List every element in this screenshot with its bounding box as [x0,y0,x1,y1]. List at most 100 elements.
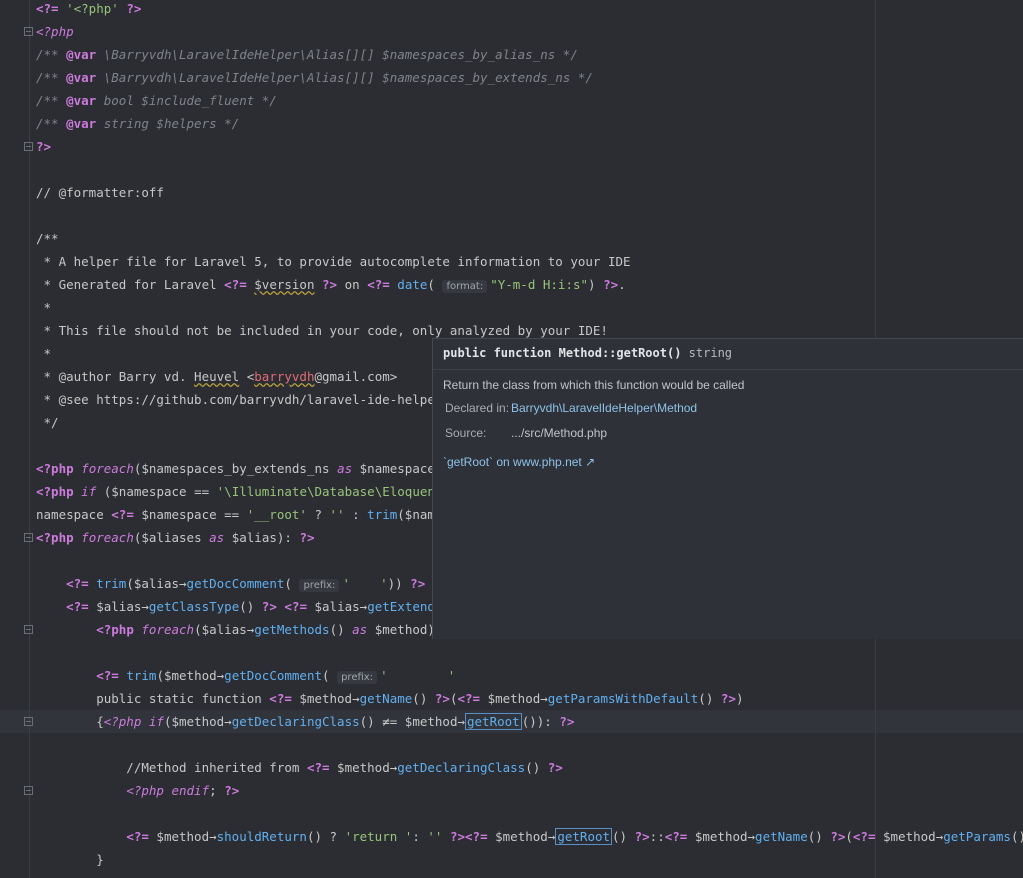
code-token: $method→ [687,829,756,844]
code-line[interactable]: */ [36,411,59,434]
code-line[interactable]: /** @var \Barryvdh\LaravelIdeHelper\Alia… [36,43,578,66]
code-line[interactable]: * Generated for Laravel <?= $version ?> … [36,273,626,296]
code-line[interactable]: // @formatter:off [36,181,164,204]
code-token: <?php [36,484,74,499]
fold-marker-icon[interactable] [24,717,33,726]
code-token: <?php [96,622,134,637]
code-token: () [807,829,831,844]
declared-in-link[interactable]: Barryvdh\LaravelIdeHelper\Method [511,401,697,415]
code-line[interactable]: public static function <?= $method→getNa… [36,687,743,710]
code-token: @var [66,47,97,62]
code-token: <?php [103,714,142,729]
code-token: <?= [457,691,481,706]
code-token: getMethods [254,622,330,637]
code-token: @var [66,70,97,85]
code-line[interactable]: <?php [36,20,74,43]
code-token: /** [36,47,67,62]
code-line[interactable]: * @see https://github.com/barryvdh/larav… [36,388,443,411]
code-line[interactable]: <?php foreach($alias→getMethods() as $me… [36,618,457,641]
code-line[interactable]: ?> [36,135,51,158]
code-token: ?> [434,691,450,706]
code-line[interactable]: * [36,296,52,319]
code-token: ?> [224,783,240,798]
code-token: endif [171,783,210,798]
code-line[interactable]: <?php if ($namespace == '\Illuminate\Dat… [36,480,465,503]
code-token: <?= [36,1,59,16]
source-label: Source: [445,426,487,440]
code-token: getDeclaringClass [397,760,526,775]
fold-marker-icon[interactable] [24,625,33,634]
code-token: { [36,714,104,729]
quick-documentation-popup[interactable]: public function Method::getRoot() string… [432,338,1023,639]
code-token: <?= [126,829,149,844]
code-token: <?= [664,829,688,844]
code-token: $method→ [875,829,944,844]
code-line[interactable]: <?php foreach($aliases as $alias): ?> [36,526,315,549]
code-token: $method→ [329,760,398,775]
code-token: // @formatter:off [36,185,164,200]
code-line[interactable]: {<?php if($method→getDeclaringClass() ≠=… [36,710,574,733]
code-token: @var [66,116,97,131]
code-line[interactable]: * [36,342,52,365]
code-token: <?= [367,277,390,292]
code-token: ($namespaces_by_extends_ns [133,461,338,476]
code-line[interactable]: <?= trim($method→getDocComment( prefix: '… [36,664,455,687]
code-token: $namespace == [133,507,247,522]
code-line[interactable]: namespace <?= $namespace == '__root' ? '… [36,503,465,526]
code-token: bool $include_fluent */ [96,93,277,108]
code-token: foreach [81,530,134,545]
code-token: '\Illuminate\Database\Eloquent' [216,484,450,499]
code-line[interactable]: <?= '<?php' ?> [36,0,141,20]
code-line[interactable]: //Method inherited from <?= $method→getD… [36,756,563,779]
code-token: getName [755,829,808,844]
code-line[interactable]: /** @var \Barryvdh\LaravelIdeHelper\Alia… [36,66,593,89]
parameter-hint: prefix: [299,579,340,592]
code-line[interactable]: <?= $alias→getClassType() ?> <?= $alias→… [36,595,450,618]
code-line[interactable]: /** @var string $helpers */ [36,112,239,135]
code-token: '__root' [246,507,307,522]
code-token: :: [649,829,665,844]
code-token: /** [36,116,67,131]
code-token: $version [254,277,315,292]
fold-marker-icon[interactable] [24,786,33,795]
php-net-doc-link[interactable]: `getRoot` on www.php.net ↗ [443,455,595,469]
code-token: trim [367,507,398,522]
code-token: } [36,852,104,867]
code-line[interactable]: /** [36,227,59,250]
code-line[interactable]: <?= trim($alias→getDocComment( prefix: ' … [36,572,425,595]
code-token: \Barryvdh\LaravelIdeHelper\Alias[][] $na… [96,47,578,62]
code-token: getDocComment [224,668,323,683]
code-token: on [337,277,368,292]
source-value: .../src/Method.php [511,426,608,440]
code-token: () [698,691,721,706]
code-token: ($alias→ [194,622,255,637]
code-token: public static function [36,691,270,706]
code-line[interactable]: <?= $method→shouldReturn() ? 'return ': … [36,825,1023,848]
code-token: ' ' [380,668,456,683]
code-token: ? [306,507,330,522]
code-line[interactable]: /** @var bool $include_fluent */ [36,89,277,112]
code-token: ' ' [342,576,388,591]
code-token: <?= [224,277,247,292]
code-token: * @author Barry vd. [36,369,195,384]
code-token: <?= [852,829,876,844]
code-token: ?> [322,277,338,292]
code-token: $method→ [487,829,556,844]
code-line[interactable]: <?php foreach($namespaces_by_extends_ns … [36,457,450,480]
code-token: <?= [111,507,134,522]
code-token: trim [96,576,127,591]
fold-marker-icon[interactable] [24,142,33,151]
code-line[interactable]: * @author Barry vd. Heuvel <barryvdh@gma… [36,365,398,388]
code-token: getParams [943,829,1011,844]
code-line[interactable]: * A helper file for Laravel 5, to provid… [36,250,631,273]
fold-marker-icon[interactable] [24,27,33,36]
code-token: getRoot [555,828,613,845]
code-token: : [412,829,428,844]
code-line[interactable]: <?php endif; ?> [36,779,239,802]
function-signature: public function Method::getRoot() string [443,346,732,360]
code-token: ?> [410,576,426,591]
code-token: /** [36,93,67,108]
code-line[interactable]: } [36,848,104,871]
fold-marker-icon[interactable] [24,533,33,542]
